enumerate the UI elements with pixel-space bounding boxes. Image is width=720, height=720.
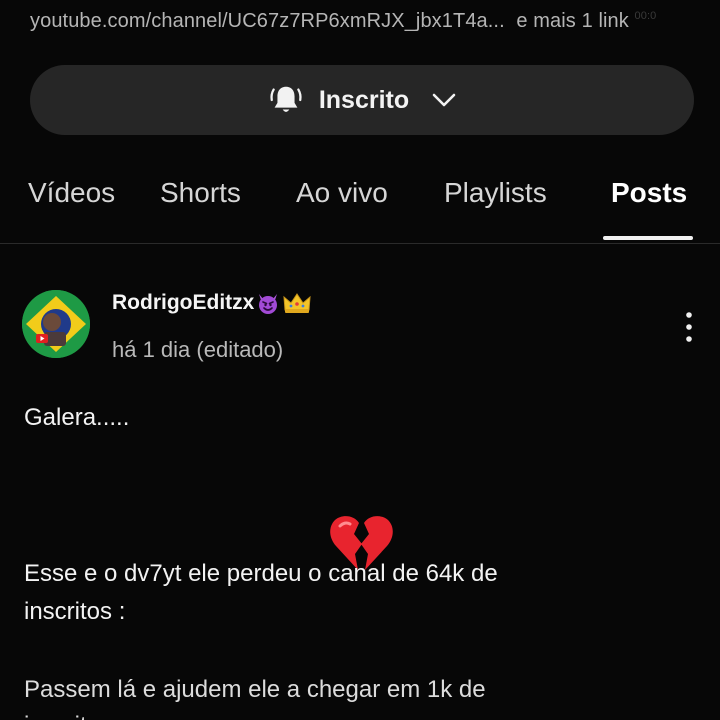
chevron-down-icon [432, 93, 456, 107]
smiling-devil-emoji [259, 294, 278, 314]
author-avatar[interactable] [22, 290, 90, 358]
subscribed-button[interactable]: Inscrito [30, 65, 694, 135]
overlay-fragment: 00:0 [634, 10, 657, 22]
subscribed-label: Inscrito [318, 85, 410, 114]
bell-ringing-icon [270, 86, 302, 112]
crown-emoji [283, 293, 311, 313]
more-vertical-icon[interactable] [680, 310, 698, 344]
post-text-line: Passem lá e ajudem ele a chegar em 1k de [24, 676, 486, 703]
author-row: RodrigoEditzx [112, 291, 312, 315]
more-links-link[interactable]: e mais 1 link [516, 10, 628, 32]
active-tab-indicator [603, 236, 693, 240]
channel-links-row: youtube.com/channel/UC67z7RP6xmRJX_jbx1T… [30, 10, 720, 40]
post-text-line: Esse e o dv7yt ele perdeu o canal de 64k… [24, 560, 498, 587]
brazil-flag-avatar-image [22, 290, 90, 358]
post-text-line: Galera..... [24, 404, 130, 431]
youtube-channel-posts-page: youtube.com/channel/UC67z7RP6xmRJX_jbx1T… [0, 0, 720, 720]
tab-posts[interactable]: Posts [611, 177, 687, 209]
tab-playlists[interactable]: Playlists [444, 177, 547, 209]
post-text-line: inscritos : [24, 598, 126, 625]
channel-link[interactable]: youtube.com/channel/UC67z7RP6xmRJX_jbx1T… [30, 10, 505, 32]
tab-shorts[interactable]: Shorts [160, 177, 241, 209]
tab-videos[interactable]: Vídeos [28, 177, 115, 209]
author-name[interactable]: RodrigoEditzx [112, 291, 254, 315]
post-timestamp: há 1 dia (editado) [112, 337, 284, 362]
channel-tabs: Vídeos Shorts Ao vivo Playlists Posts [0, 160, 720, 244]
tab-live[interactable]: Ao vivo [296, 177, 388, 209]
post-text-line: inscritos [24, 708, 112, 720]
